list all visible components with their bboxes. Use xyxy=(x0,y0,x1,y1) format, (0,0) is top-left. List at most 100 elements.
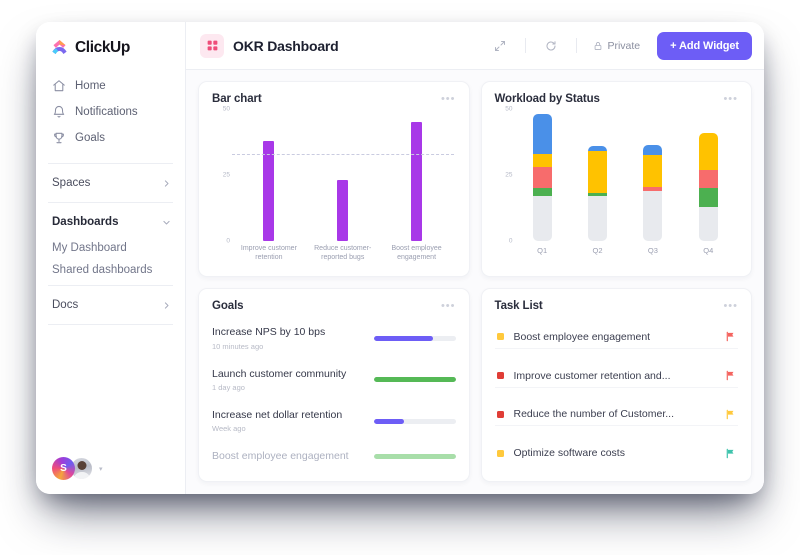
stacked-bar[interactable] xyxy=(698,132,718,241)
privacy-toggle[interactable]: Private xyxy=(591,40,648,52)
goal-name: Launch customer community xyxy=(212,367,347,380)
bar[interactable] xyxy=(263,140,275,241)
goal-progress-bar[interactable] xyxy=(373,418,456,424)
goal-list: Increase NPS by 10 bps 10 minutes ago Laun… xyxy=(212,316,456,472)
widget-menu-icon[interactable]: ••• xyxy=(441,93,456,105)
stacked-bar-segment[interactable] xyxy=(698,169,718,189)
goal-row[interactable]: Increase NPS by 10 bps 10 minutes ago xyxy=(212,326,456,351)
dashboard-grid-icon xyxy=(200,33,224,58)
task-status-icon[interactable] xyxy=(496,449,504,457)
priority-flag-icon[interactable] xyxy=(725,409,736,420)
goal-name: Boost employee engagement xyxy=(212,450,349,463)
home-icon xyxy=(52,79,66,93)
stacked-bar-segment[interactable] xyxy=(643,190,663,241)
priority-flag-icon[interactable] xyxy=(725,370,736,381)
priority-flag-icon[interactable] xyxy=(725,448,736,459)
goal-progress-bar[interactable] xyxy=(373,454,456,460)
sidebar-divider-1 xyxy=(48,163,173,164)
sidebar-item-spaces[interactable]: Spaces xyxy=(36,168,185,198)
task-status-icon[interactable] xyxy=(496,410,504,418)
widget-menu-icon[interactable]: ••• xyxy=(441,300,456,312)
bar-column[interactable] xyxy=(263,109,275,241)
widget-workload-by-status: Workload by Status ••• 50 25 0 Q1 Q2 Q3 … xyxy=(480,81,752,277)
widget-title: Bar chart xyxy=(212,93,262,105)
y-tick-label: 50 xyxy=(505,105,513,113)
stacked-bar-segment[interactable] xyxy=(643,155,663,187)
goal-name: Increase net dollar retention xyxy=(212,408,343,421)
y-tick-label: 25 xyxy=(222,171,230,179)
stacked-bar-column[interactable] xyxy=(532,109,552,241)
sidebar-item-home[interactable]: Home xyxy=(36,73,185,99)
sidebar-item-dashboards[interactable]: Dashboards xyxy=(36,207,185,237)
task-row[interactable]: Boost employee engagement xyxy=(494,326,738,349)
stacked-bar-segment[interactable] xyxy=(532,153,552,168)
widget-menu-icon[interactable]: ••• xyxy=(723,300,738,312)
stacked-bar-segment[interactable] xyxy=(532,167,552,189)
bar[interactable] xyxy=(411,122,423,241)
priority-flag-icon[interactable] xyxy=(725,331,736,342)
task-status-icon[interactable] xyxy=(496,333,504,341)
stacked-bar-segment[interactable] xyxy=(588,196,608,241)
stacked-bar-column[interactable] xyxy=(643,109,663,241)
clickup-logo-text: ClickUp xyxy=(75,38,130,56)
bar-column[interactable] xyxy=(337,109,349,241)
x-axis-labels: Improve customer retention Reduce custom… xyxy=(232,241,454,267)
sidebar-item-my-dashboard[interactable]: My Dashboard xyxy=(36,237,185,259)
stacked-bar-column[interactable] xyxy=(588,109,608,241)
goal-progress-bar[interactable] xyxy=(373,336,456,342)
goal-progress-bar[interactable] xyxy=(373,377,456,383)
sidebar-divider-4 xyxy=(48,324,173,325)
task-row[interactable]: Improve customer retention and... xyxy=(494,365,738,388)
expand-arrows-icon[interactable] xyxy=(489,35,511,57)
goal-info: Boost employee engagement xyxy=(212,450,364,464)
sidebar-item-goals[interactable]: Goals xyxy=(36,125,185,151)
primary-nav: Home Notifications Goals xyxy=(36,71,185,159)
stacked-bar-segment[interactable] xyxy=(532,188,552,197)
goal-row[interactable]: Increase net dollar retention Week ago xyxy=(212,408,456,434)
goal-row[interactable]: Boost employee engagement xyxy=(212,450,456,464)
refresh-icon[interactable] xyxy=(540,35,562,57)
goal-timestamp: 1 day ago xyxy=(212,383,245,393)
trophy-icon xyxy=(52,131,66,145)
stacked-bar-segment[interactable] xyxy=(532,114,552,154)
task-row[interactable]: Reduce the number of Customer... xyxy=(494,403,738,427)
stacked-bar[interactable] xyxy=(643,144,663,241)
x-tick-label: Q2 xyxy=(592,246,603,255)
add-widget-button[interactable]: + Add Widget xyxy=(657,31,752,60)
stacked-bar-segment[interactable] xyxy=(698,206,718,241)
stacked-bar-column[interactable] xyxy=(698,109,718,241)
stacked-bar[interactable] xyxy=(588,145,608,241)
goal-timestamp: Week ago xyxy=(212,424,246,434)
task-row[interactable]: Optimize software costs xyxy=(495,442,739,464)
task-status-icon[interactable] xyxy=(496,372,504,380)
chevron-right-icon xyxy=(162,179,171,188)
stacked-bar-segment[interactable] xyxy=(588,151,608,194)
stacked-bar[interactable] xyxy=(532,114,552,241)
workspace-badge[interactable]: S xyxy=(52,457,75,480)
chevron-down-icon[interactable]: ▾ xyxy=(99,465,103,473)
sidebar-item-docs[interactable]: Docs xyxy=(36,290,185,320)
sidebar-item-spaces-label: Spaces xyxy=(52,177,91,189)
bar-column[interactable] xyxy=(411,109,423,241)
x-axis-labels: Q1 Q2 Q3 Q4 xyxy=(515,241,737,267)
stacked-bar-segment[interactable] xyxy=(698,188,718,207)
stacked-bar-chart: 50 25 0 Q1 Q2 Q3 Q4 xyxy=(495,105,739,267)
stacked-bar-segment[interactable] xyxy=(698,132,718,170)
x-tick-label: Reduce customer-reported bugs xyxy=(314,245,372,262)
workspace-user-row[interactable]: S ▾ xyxy=(36,447,185,494)
widget-menu-icon[interactable]: ••• xyxy=(723,93,738,105)
goal-progress-fill xyxy=(373,336,433,342)
stacked-bar-segment[interactable] xyxy=(643,144,663,156)
sidebar: ClickUp Home Notifications Goals Spaces … xyxy=(36,22,186,494)
x-tick-label: Q3 xyxy=(647,246,658,255)
bar[interactable] xyxy=(337,180,349,241)
goal-row[interactable]: Launch customer community 1 day ago xyxy=(212,367,456,393)
stacked-bar-segment[interactable] xyxy=(532,196,552,241)
sidebar-item-shared-dashboards[interactable]: Shared dashboards xyxy=(36,259,185,281)
plot-area xyxy=(515,109,737,241)
sidebar-item-notifications[interactable]: Notifications xyxy=(36,99,185,125)
x-tick-label: Improve customer retention xyxy=(240,245,297,262)
task-name: Optimize software costs xyxy=(513,447,625,460)
clickup-logo[interactable]: ClickUp xyxy=(36,22,185,71)
task-name: Improve customer retention and... xyxy=(513,369,671,382)
